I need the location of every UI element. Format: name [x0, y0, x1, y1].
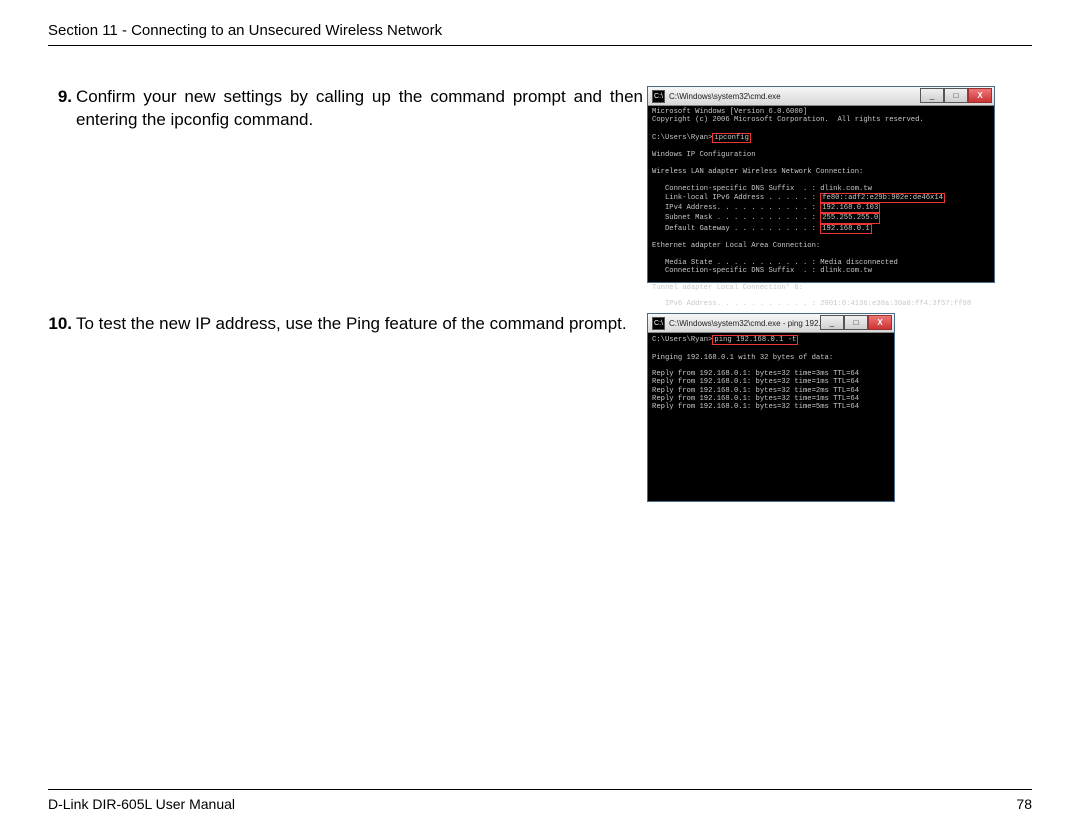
titlebar: C:\ C:\Windows\system32\cmd.exe - ping 1…: [648, 314, 894, 333]
ipv6-highlight: fe80::adf2:e29b:902e:de46x14: [820, 193, 945, 203]
titlebar: C:\ C:\Windows\system32\cmd.exe _ □ X: [648, 87, 994, 106]
header-rule: [48, 45, 1032, 46]
ipconfig-highlight: ipconfig: [712, 133, 751, 143]
section-header: Section 11 - Connecting to an Unsecured …: [48, 22, 1032, 45]
close-button[interactable]: X: [868, 315, 892, 330]
window-title: C:\Windows\system32\cmd.exe: [669, 92, 781, 101]
step-9-text: 9. Confirm your new settings by calling …: [48, 86, 643, 132]
cmd-window-ipconfig: C:\ C:\Windows\system32\cmd.exe _ □ X Mi…: [647, 86, 995, 283]
close-button[interactable]: X: [968, 88, 992, 103]
footer-product: D-Link DIR-605L User Manual: [48, 796, 235, 812]
ipv4-highlight: 192.168.0.103: [820, 203, 880, 213]
step-10-row: 10. To test the new IP address, use the …: [48, 313, 1032, 502]
manual-page: Section 11 - Connecting to an Unsecured …: [0, 0, 1080, 834]
cmd-icon: C:\: [652, 90, 665, 103]
page-footer: D-Link DIR-605L User Manual 78: [48, 789, 1032, 812]
page-number: 78: [1016, 796, 1032, 812]
cmd-icon: C:\: [652, 317, 665, 330]
step-9-body: Confirm your new settings by calling up …: [76, 86, 643, 132]
cmd-window-ping: C:\ C:\Windows\system32\cmd.exe - ping 1…: [647, 313, 895, 502]
step-9-number: 9.: [48, 86, 72, 132]
maximize-button[interactable]: □: [844, 315, 868, 330]
terminal-output: Microsoft Windows [Version 6.0.6000] Cop…: [648, 106, 994, 282]
gateway-highlight: 192.168.0.1: [820, 224, 871, 234]
maximize-button[interactable]: □: [944, 88, 968, 103]
terminal-output: C:\Users\Ryan>ping 192.168.0.1 -t Pingin…: [648, 333, 894, 501]
ping-cmd-highlight: ping 192.168.0.1 -t: [712, 335, 798, 345]
page-content: 9. Confirm your new settings by calling …: [48, 86, 1032, 502]
step-10-number: 10.: [48, 313, 72, 336]
step-10-body: To test the new IP address, use the Ping…: [76, 313, 643, 336]
screenshot-ipconfig: C:\ C:\Windows\system32\cmd.exe _ □ X Mi…: [647, 86, 995, 283]
mask-highlight: 255.255.255.0: [820, 213, 880, 223]
screenshot-ping: C:\ C:\Windows\system32\cmd.exe - ping 1…: [647, 313, 895, 502]
step-10-text: 10. To test the new IP address, use the …: [48, 313, 643, 336]
minimize-button[interactable]: _: [820, 315, 844, 330]
minimize-button[interactable]: _: [920, 88, 944, 103]
step-9-row: 9. Confirm your new settings by calling …: [48, 86, 1032, 283]
